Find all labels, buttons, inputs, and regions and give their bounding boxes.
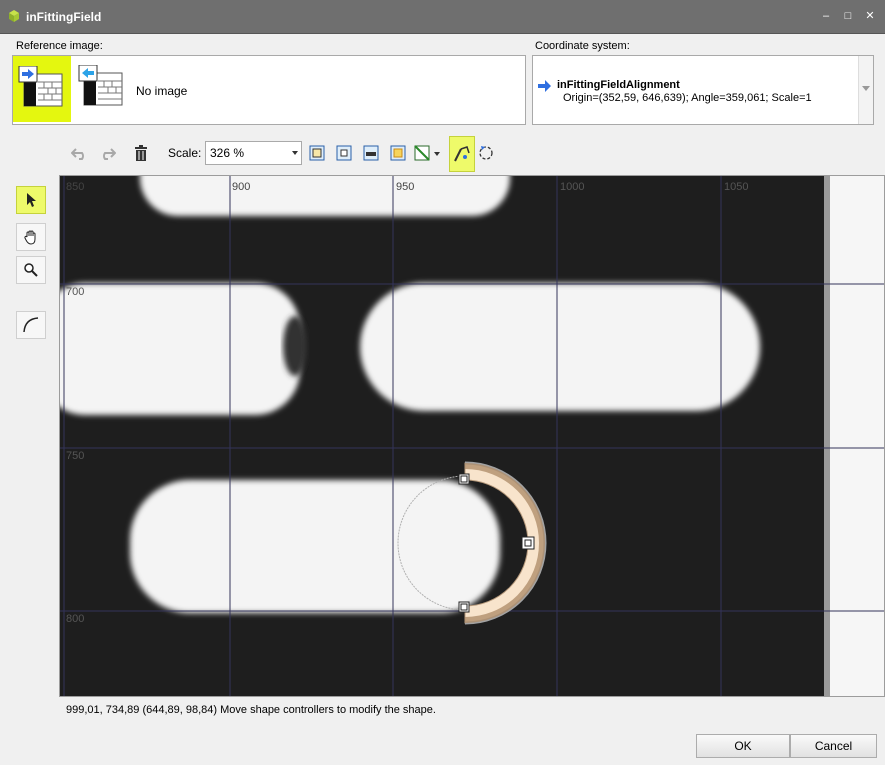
y-tick-label: 750 (66, 450, 85, 462)
zoom-fit-button[interactable] (305, 141, 329, 165)
chevron-down-icon (862, 86, 870, 91)
zoom-region-icon (390, 145, 406, 161)
y-tick-label: 700 (66, 286, 85, 298)
redo-icon (103, 148, 116, 160)
pen-icon (454, 146, 470, 162)
cancel-button[interactable]: Cancel (790, 734, 877, 758)
x-tick-label: 850 (66, 181, 85, 193)
roi-dropdown-button[interactable] (411, 141, 443, 165)
zoom-width-icon (363, 145, 379, 161)
no-image-text: No image (136, 84, 188, 98)
chevron-down-icon (292, 151, 298, 155)
ok-button[interactable]: OK (696, 734, 790, 758)
redo-button[interactable] (95, 141, 119, 165)
coordinate-system-label: Coordinate system: (535, 40, 630, 52)
scale-dropdown[interactable]: 326 % (205, 141, 302, 165)
status-text: 999,01, 734,89 (644,89, 98,84) Move shap… (66, 704, 436, 716)
x-tick-label: 1050 (724, 181, 749, 193)
roi-icon (414, 145, 440, 161)
image-canvas[interactable]: 850 900 950 1000 1050 700 750 800 (59, 175, 885, 697)
trash-icon (135, 145, 147, 161)
zoom-actual-icon (336, 145, 352, 161)
coordinate-system-name: inFittingFieldAlignment (557, 79, 680, 91)
rotate-button[interactable] (474, 141, 498, 165)
y-tick-label: 800 (66, 613, 85, 625)
delete-button[interactable] (129, 141, 153, 165)
zoom-region-button[interactable] (386, 141, 410, 165)
undo-button[interactable] (68, 141, 92, 165)
scale-value: 326 % (210, 146, 245, 160)
hand-icon (24, 230, 36, 245)
zoom-width-button[interactable] (359, 141, 383, 165)
x-tick-label: 1000 (560, 181, 585, 193)
arc-icon (23, 317, 39, 333)
maximize-button[interactable]: □ (840, 9, 856, 23)
zoom-actual-button[interactable] (332, 141, 356, 165)
zoom-fit-icon (309, 145, 325, 161)
image-thumb-icon (18, 66, 63, 107)
minimize-button[interactable]: – (818, 9, 834, 23)
coordinate-scrollbar[interactable] (858, 56, 873, 124)
arrow-right-icon (538, 80, 551, 92)
zoom-tool-button[interactable] (16, 256, 46, 284)
select-tool-button[interactable] (16, 186, 46, 214)
edit-shape-button[interactable] (449, 136, 475, 172)
magnifier-icon (24, 263, 38, 277)
cursor-icon (27, 193, 36, 207)
coordinate-system-details: Origin=(352,59, 646,639); Angle=359,061;… (563, 92, 812, 104)
pan-tool-button[interactable] (16, 223, 46, 251)
reference-image-label: Reference image: (16, 40, 103, 52)
window-title: inFittingField (26, 10, 102, 24)
title-bar: inFittingField – □ ✕ (0, 0, 885, 34)
app-icon (9, 10, 19, 22)
canvas-image (60, 176, 884, 696)
x-tick-label: 900 (232, 181, 251, 193)
rotate-icon (479, 146, 493, 160)
arc-tool-button[interactable] (16, 311, 46, 339)
close-button[interactable]: ✕ (862, 9, 878, 23)
x-tick-label: 950 (396, 181, 415, 193)
image-thumb-icon[interactable] (78, 65, 124, 107)
undo-icon (71, 148, 84, 160)
scale-label: Scale: (168, 146, 202, 160)
reference-thumb-selected[interactable] (13, 56, 71, 122)
